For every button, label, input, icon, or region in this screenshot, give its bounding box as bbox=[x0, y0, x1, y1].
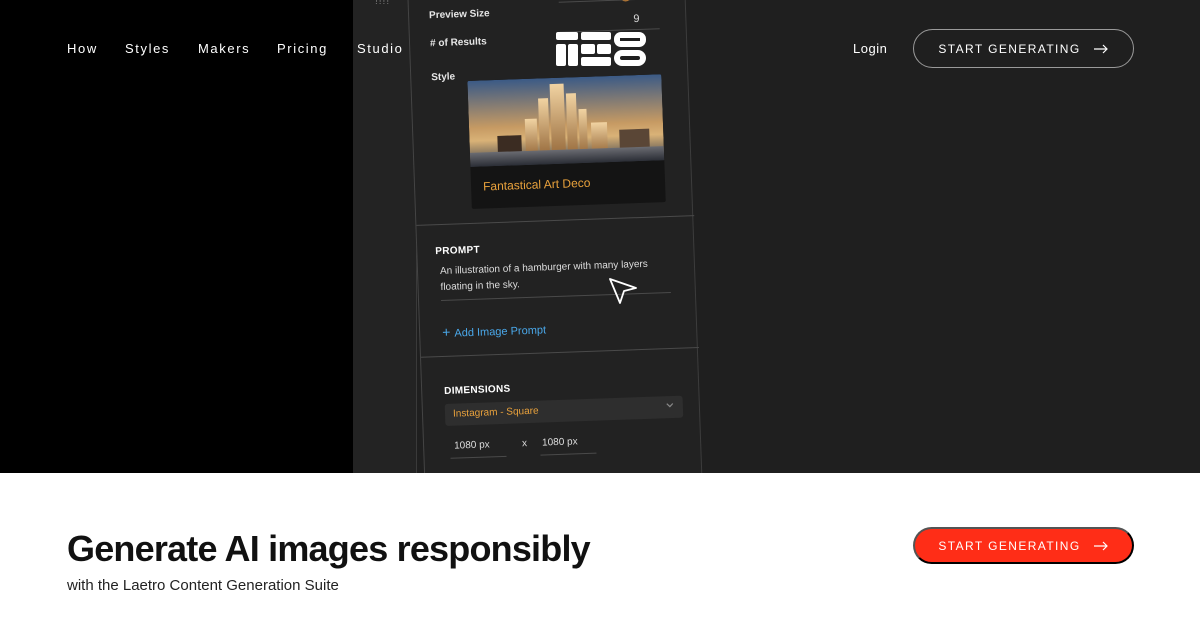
login-link[interactable]: Login bbox=[853, 41, 887, 56]
divider bbox=[420, 347, 699, 358]
hero-section: !!!! Preview Size # of Results 9 Style F… bbox=[0, 0, 1200, 473]
dimension-preset-select[interactable]: Instagram - Square bbox=[444, 395, 684, 426]
add-image-prompt-label: Add Image Prompt bbox=[454, 324, 547, 340]
start-generating-label: START GENERATING bbox=[938, 41, 1081, 56]
results-label: # of Results bbox=[429, 36, 487, 50]
height-input[interactable]: 1080 px bbox=[542, 436, 578, 448]
dimension-preset-value: Instagram - Square bbox=[452, 405, 539, 420]
start-generating-primary-button[interactable]: START GENERATING bbox=[913, 527, 1134, 564]
nav-link-styles[interactable]: Styles bbox=[125, 41, 170, 56]
laetro-logo-icon[interactable] bbox=[556, 32, 646, 66]
page-subheadline: with the Laetro Content Generation Suite bbox=[67, 577, 339, 594]
nav-link-how[interactable]: How bbox=[67, 41, 98, 56]
results-value[interactable]: 9 bbox=[633, 13, 640, 25]
nav-link-pricing[interactable]: Pricing bbox=[277, 41, 328, 56]
nav-link-makers[interactable]: Makers bbox=[198, 41, 250, 56]
prompt-title: PROMPT bbox=[435, 244, 481, 258]
arrow-right-icon bbox=[1093, 541, 1108, 550]
arrow-right-icon bbox=[1093, 44, 1108, 53]
add-image-prompt-button[interactable]: + Add Image Prompt bbox=[442, 320, 546, 340]
style-label: Style bbox=[431, 71, 456, 84]
preview-size-label: Preview Size bbox=[428, 8, 490, 22]
nav-link-studio[interactable]: Studio bbox=[357, 41, 403, 56]
rail-mark: !!!! bbox=[375, 0, 391, 7]
style-card[interactable]: Fantastical Art Deco bbox=[467, 74, 666, 209]
dimension-times: x bbox=[521, 438, 528, 450]
height-underline bbox=[540, 452, 597, 456]
app-side-rail: !!!! bbox=[353, 0, 417, 473]
app-preview-panel: Preview Size # of Results 9 Style Fantas… bbox=[406, 0, 704, 473]
divider bbox=[558, 0, 659, 3]
page-headline: Generate AI images responsibly bbox=[67, 528, 591, 569]
start-generating-nav-button[interactable]: START GENERATING bbox=[913, 29, 1134, 68]
hero-black-panel bbox=[0, 0, 353, 473]
style-preview-image bbox=[467, 74, 665, 167]
divider bbox=[416, 215, 695, 226]
dimensions-title: DIMENSIONS bbox=[444, 383, 511, 397]
pointer-cursor-icon bbox=[609, 278, 637, 304]
start-generating-label: START GENERATING bbox=[938, 538, 1081, 553]
style-name: Fantastical Art Deco bbox=[482, 175, 591, 194]
chevron-down-icon bbox=[666, 403, 674, 408]
plus-icon: + bbox=[441, 323, 451, 340]
width-underline bbox=[450, 455, 507, 459]
width-input[interactable]: 1080 px bbox=[454, 439, 490, 451]
